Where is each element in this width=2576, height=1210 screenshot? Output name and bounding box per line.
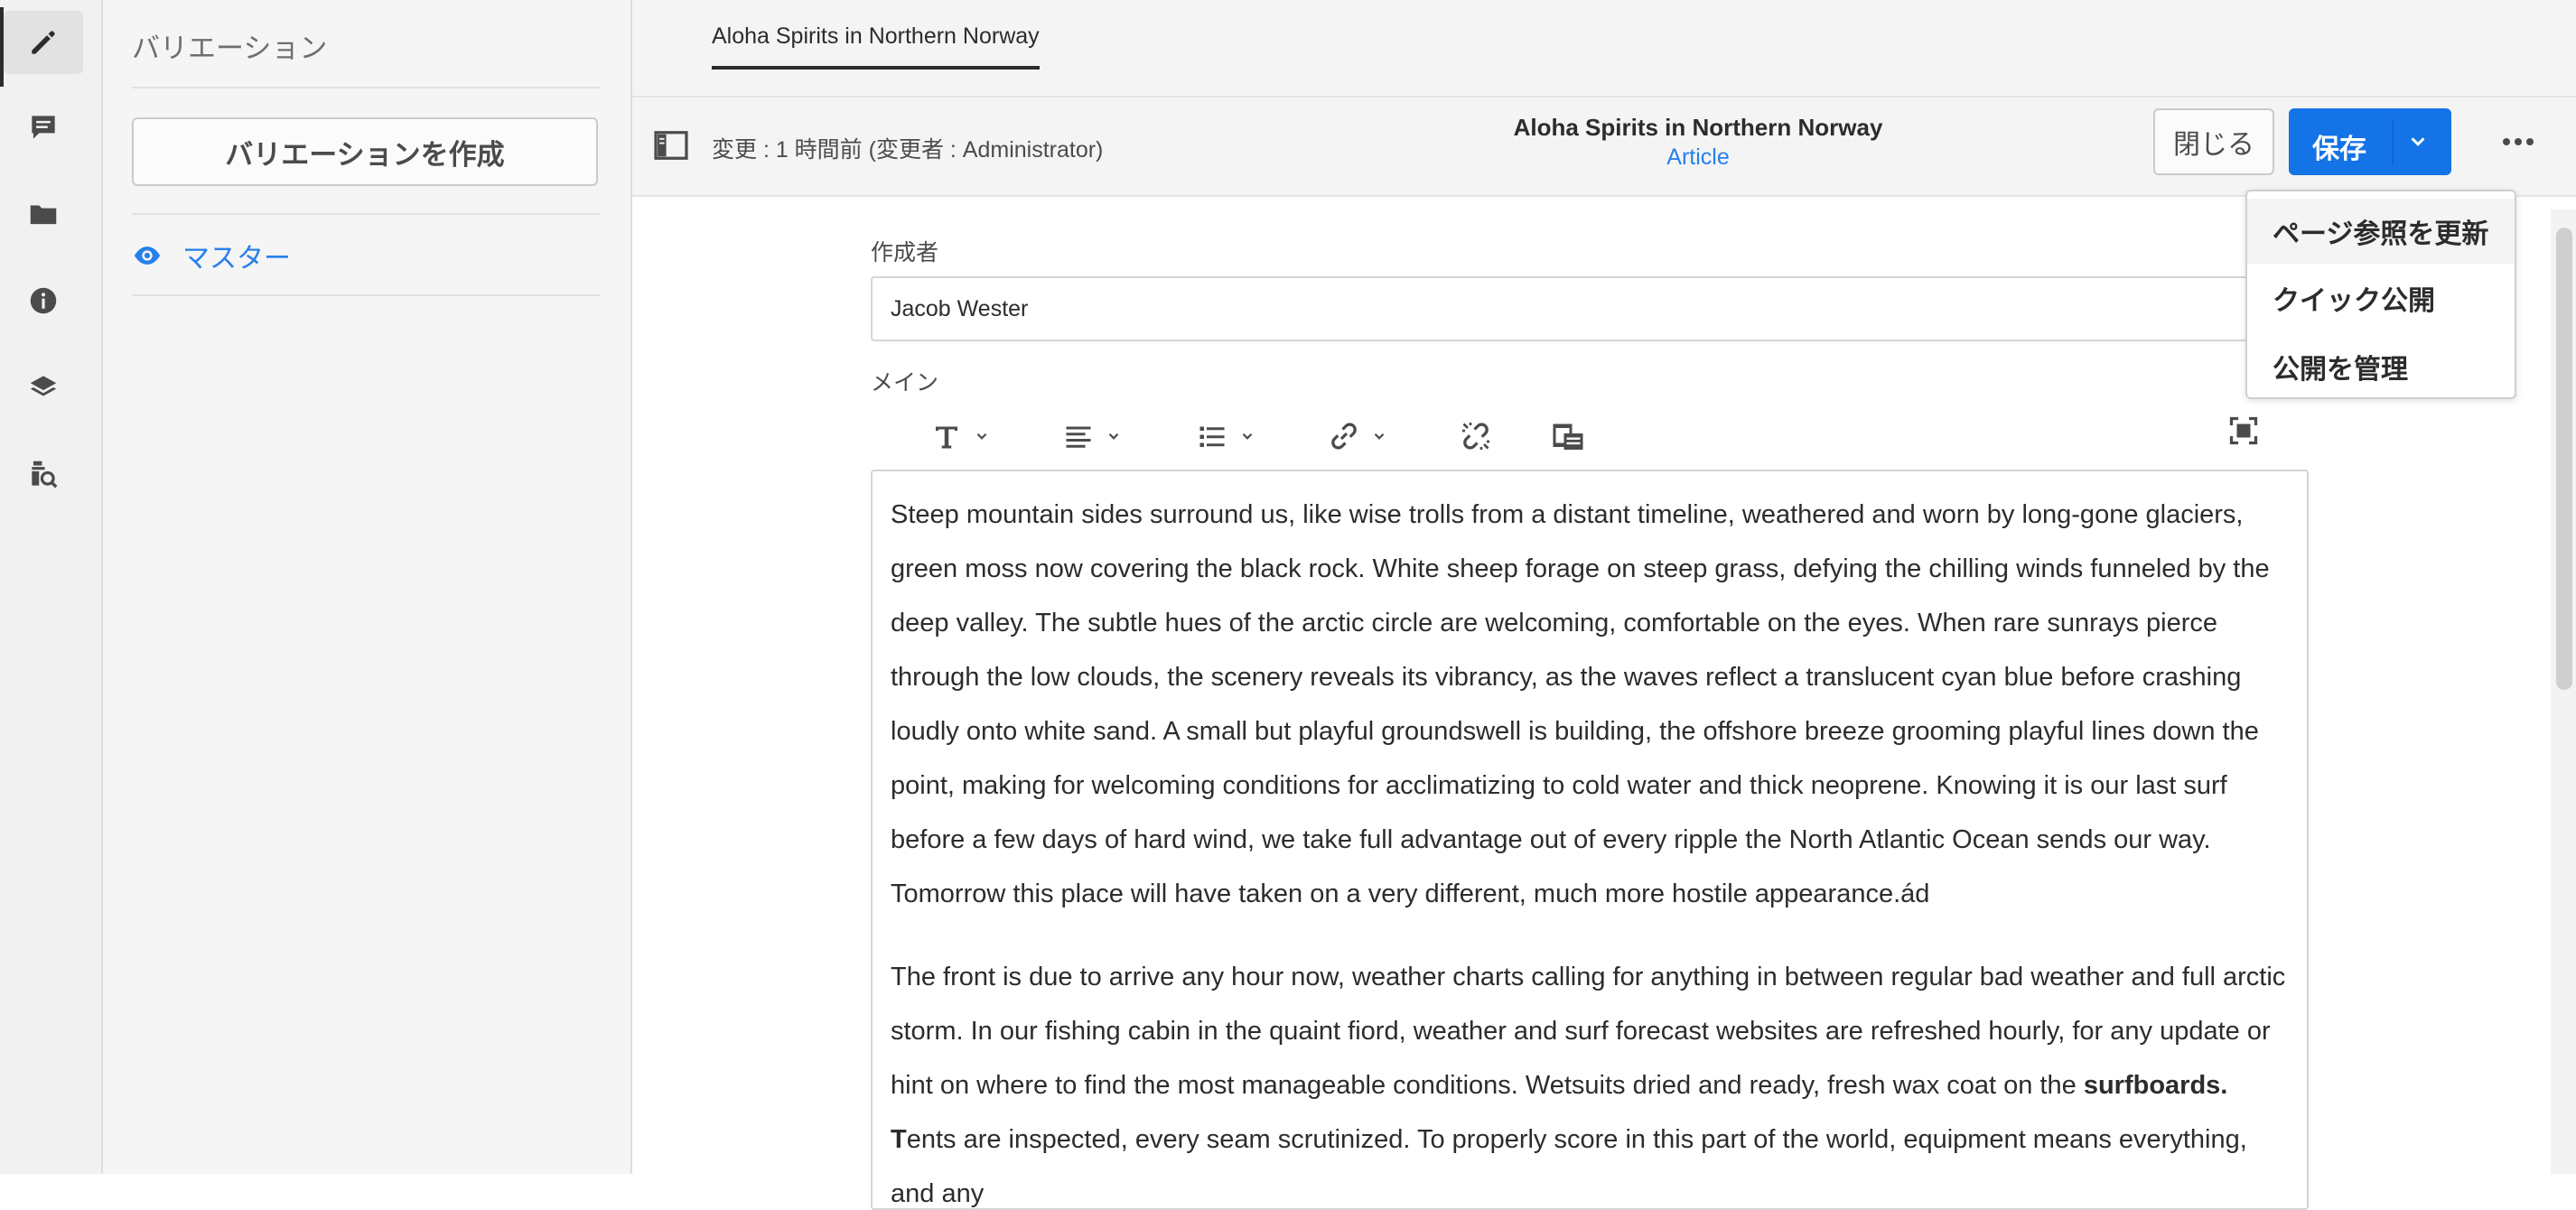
- paragraph: The front is due to arrive any hour now,…: [891, 950, 2289, 1208]
- asset-search-icon: [32, 461, 58, 489]
- menu-item-update-page-references[interactable]: ページ参照を更新: [2247, 199, 2515, 264]
- more-icon: [2503, 138, 2534, 145]
- paragraph-format-button[interactable]: [930, 415, 990, 457]
- structure-button[interactable]: [4, 356, 83, 419]
- fullscreen-button[interactable]: [2227, 410, 2260, 451]
- fullscreen-icon: [2229, 416, 2258, 445]
- chevron-down-icon: [1374, 433, 1385, 440]
- text-run: ents are inspected, every seam scrutiniz…: [891, 1125, 2247, 1208]
- variation-item-master[interactable]: マスター: [132, 233, 291, 278]
- list-icon: [1199, 426, 1225, 447]
- model-link[interactable]: Article: [1373, 144, 2023, 171]
- modified-status: 変更 : 1 時間前 (変更者 : Administrator): [712, 137, 1104, 163]
- chevron-down-icon: [1242, 433, 1253, 440]
- save-button[interactable]: 保存: [2289, 108, 2451, 175]
- layers-icon: [30, 376, 57, 396]
- chevron-down-icon[interactable]: [2408, 132, 2428, 152]
- annotations-icon: [32, 116, 55, 139]
- folder-icon: [30, 205, 57, 225]
- document-title: Aloha Spirits in Northern Norway: [1513, 114, 1883, 141]
- edit-tool-button[interactable]: [4, 11, 83, 74]
- link-button[interactable]: [1328, 415, 1387, 457]
- close-button[interactable]: 閉じる: [2153, 108, 2274, 175]
- menu-item-manage-publication[interactable]: 公開を管理: [2247, 334, 2515, 399]
- divider: [132, 87, 600, 88]
- main-label: メイン: [871, 370, 939, 396]
- chevron-down-icon: [976, 433, 987, 440]
- asset-search-button[interactable]: [4, 442, 83, 506]
- save-label: 保存: [2312, 135, 2366, 164]
- chevron-down-icon: [1108, 433, 1119, 440]
- assets-button[interactable]: [4, 182, 83, 246]
- variations-panel: バリエーション バリエーションを作成 マスター: [103, 0, 632, 1174]
- link-icon: [1331, 423, 1357, 450]
- align-icon: [1066, 426, 1091, 448]
- annotations-button[interactable]: [4, 96, 83, 159]
- editor-action-bar: 変更 : 1 時間前 (変更者 : Administrator) Aloha S…: [632, 98, 2576, 197]
- paragraph: Steep mountain sides surround us, like w…: [891, 500, 2270, 908]
- author-label: 作成者: [871, 240, 939, 265]
- unlink-button[interactable]: [1460, 415, 1492, 457]
- edit-icon: [32, 31, 55, 54]
- divider: [132, 213, 600, 215]
- split-divider: [2392, 119, 2394, 164]
- more-actions-button[interactable]: [2493, 119, 2543, 164]
- paste-as-text-icon: [1553, 424, 1583, 450]
- side-rail: [0, 0, 103, 1174]
- text-format-icon: [936, 426, 957, 449]
- unlink-icon: [1462, 423, 1489, 450]
- tab-document[interactable]: Aloha Spirits in Northern Norway: [712, 23, 1040, 70]
- toggle-sidebar-icon[interactable]: [654, 130, 688, 161]
- variation-label: マスター: [182, 244, 291, 274]
- tab-bar: Aloha Spirits in Northern Norway: [632, 0, 2576, 98]
- menu-item-quick-publish[interactable]: クイック公開: [2247, 265, 2515, 330]
- alignment-button[interactable]: [1062, 415, 1122, 457]
- eye-icon: [134, 247, 161, 265]
- info-icon: [30, 287, 57, 314]
- create-variation-button[interactable]: バリエーションを作成: [132, 117, 598, 186]
- divider: [132, 294, 600, 296]
- paste-as-text-button[interactable]: [1550, 415, 1586, 457]
- panel-title: バリエーション: [132, 33, 328, 64]
- info-button[interactable]: [4, 269, 83, 332]
- scrollbar-thumb[interactable]: [2556, 228, 2572, 690]
- save-options-menu: ページ参照を更新 クイック公開 公開を管理: [2245, 190, 2516, 399]
- list-button[interactable]: [1196, 415, 1255, 457]
- author-field[interactable]: [871, 276, 2309, 341]
- text-run: The front is due to arrive any hour now,…: [891, 963, 2286, 1100]
- main-text-editor[interactable]: Steep mountain sides surround us, like w…: [871, 470, 2309, 1210]
